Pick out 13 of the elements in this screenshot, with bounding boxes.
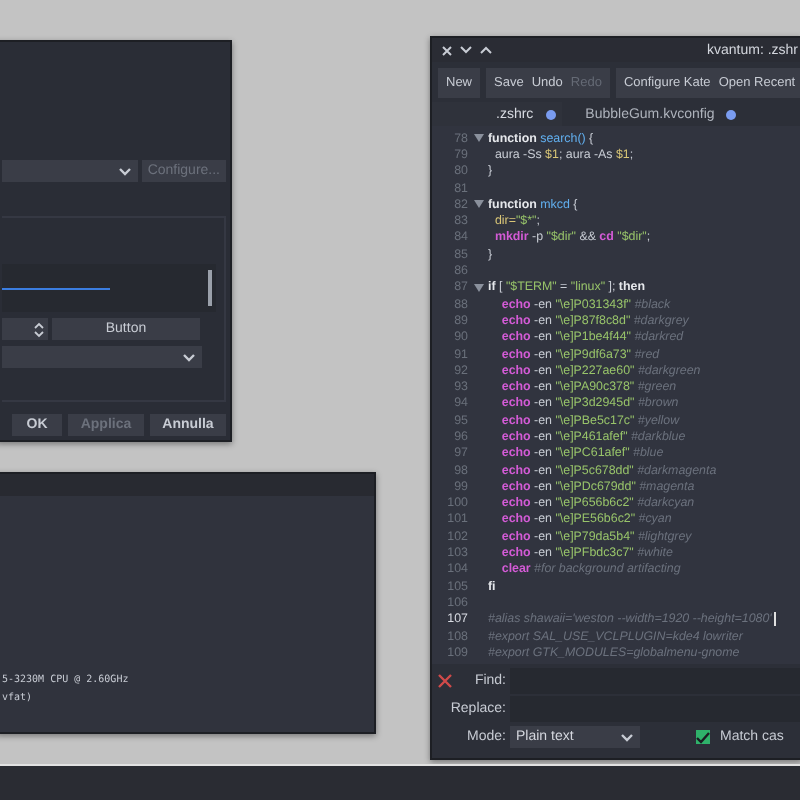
- scrollbar[interactable]: [208, 270, 212, 306]
- chevron-icon: [182, 352, 196, 362]
- chevron-icon: [117, 166, 132, 176]
- minimize-icon: [460, 46, 472, 54]
- checkbox[interactable]: [696, 730, 710, 744]
- combo-box[interactable]: [2, 160, 138, 182]
- spin-box[interactable]: [2, 318, 48, 340]
- close-icon: [442, 45, 452, 55]
- chevron-icon: [620, 732, 634, 742]
- maximize-icon: [480, 46, 492, 54]
- close-icon: [438, 674, 452, 688]
- text-cursor: [773, 612, 776, 627]
- spin-arrows-icon: [34, 321, 44, 337]
